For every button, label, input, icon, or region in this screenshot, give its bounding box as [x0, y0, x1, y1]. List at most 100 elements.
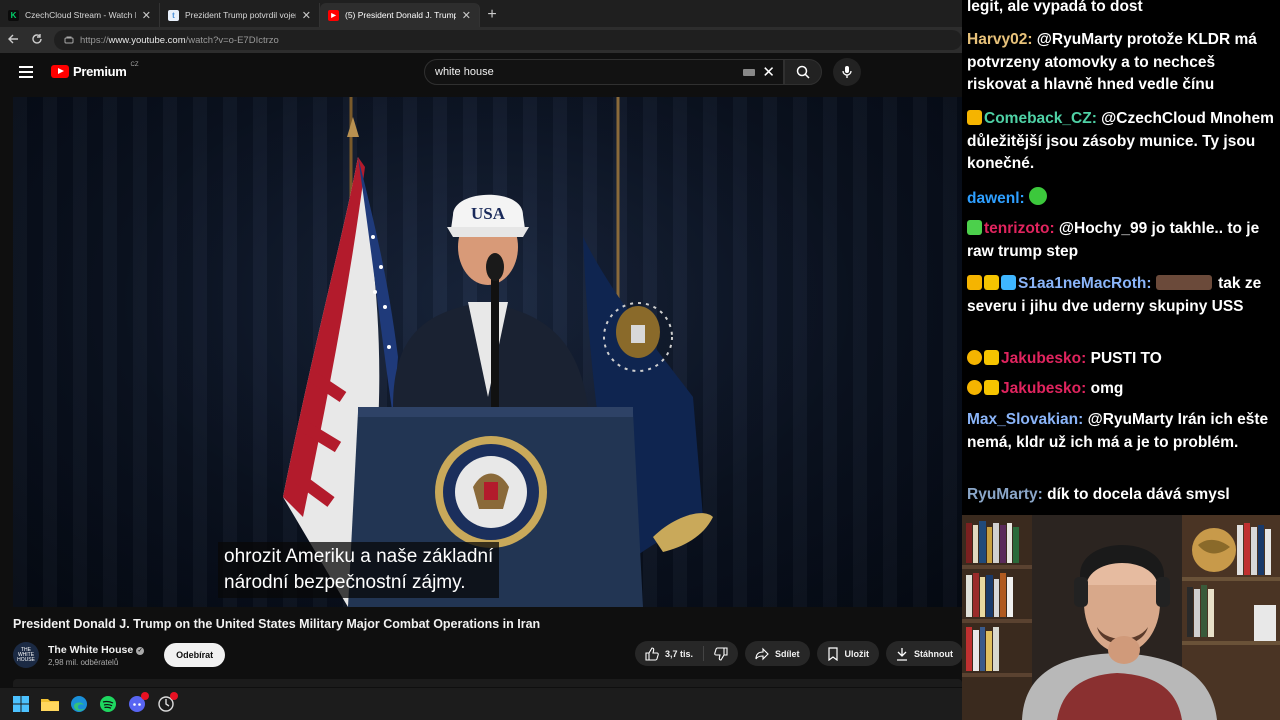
dislike-button[interactable] [704, 641, 738, 666]
tier-one-badge-icon [967, 380, 982, 395]
chat-message: Max_Slovakian: @RyuMarty Irán ich ešte n… [967, 411, 1269, 451]
gift-badge-icon [967, 220, 982, 235]
search-icon [796, 65, 810, 79]
browser-tab-article[interactable]: t Prezident Trump potvrdil vojensky ✕ [160, 3, 320, 27]
alert-badge [170, 692, 178, 700]
reload-icon[interactable] [30, 33, 44, 48]
save-label: Uložit [844, 648, 870, 659]
tab-title: CzechCloud Stream - Watch Live o [25, 10, 136, 20]
keyboard-icon[interactable] [743, 69, 755, 76]
subscribe-button[interactable]: Odebírat [164, 643, 226, 667]
chat-message: Jakubesko: omg [967, 378, 1275, 401]
bits-badge-icon [984, 380, 999, 395]
chat-username: Comeback_CZ [984, 110, 1092, 127]
save-button[interactable]: Uložit [816, 641, 880, 666]
browser-tab-youtube[interactable]: ▶ (5) President Donald J. Trump on th ✕ [320, 3, 480, 27]
chat-username: Max_Slovakian [967, 411, 1079, 428]
country-code: CZ [130, 61, 139, 68]
share-label: Sdílet [775, 648, 800, 659]
share-button[interactable]: Sdílet [745, 641, 810, 666]
thumbs-up-icon [645, 646, 659, 661]
back-arrow-icon[interactable] [6, 33, 20, 48]
microphone-icon [842, 66, 852, 78]
file-explorer-icon[interactable] [41, 695, 59, 713]
chat-message: Harvy02: @RyuMarty protože KLDR má potvr… [967, 31, 1257, 93]
bits-badge-icon [984, 275, 999, 290]
discord-icon[interactable] [128, 692, 149, 713]
browser-tab-czechcloud[interactable]: K CzechCloud Stream - Watch Live o ✕ [0, 3, 160, 27]
browser-tab-bar: K CzechCloud Stream - Watch Live o ✕ t P… [0, 0, 962, 27]
search-button[interactable] [784, 59, 822, 85]
bookmark-icon [827, 646, 838, 661]
menu-icon[interactable] [19, 66, 33, 78]
chat-username: Jakubesko [1001, 350, 1082, 367]
logo-text: Premium [73, 64, 127, 79]
video-player[interactable]: USA ohrozit Ameriku a naše základní náro… [13, 97, 962, 607]
close-tab-icon[interactable]: ✕ [142, 9, 151, 22]
download-label: Stáhnout [914, 648, 954, 659]
download-button[interactable]: Stáhnout [886, 641, 964, 666]
chat-text: legit, ale vypadá to dost [967, 0, 1143, 15]
chat-username: tenrizoto [984, 220, 1050, 237]
thumbs-down-icon [714, 646, 728, 661]
gem-badge-icon [1001, 275, 1016, 290]
channel-subscribers: 2,98 mil. odběratelů [48, 657, 119, 667]
app-tray-icon[interactable] [157, 692, 178, 713]
chat-username: S1aa1neMacRoth [1018, 275, 1147, 292]
streamer-webcam [962, 515, 1280, 720]
subtitle-line-2: národní bezpečnostní zájmy. [224, 572, 466, 593]
video-frame-scene: USA [283, 97, 713, 607]
speaker-figure: USA [393, 194, 588, 427]
chat-message: tenrizoto: @Hochy_99 jo takhle.. to je r… [967, 220, 1260, 260]
tab-title: (5) President Donald J. Trump on th [345, 10, 456, 20]
face-emote-icon [1155, 275, 1212, 290]
spotify-icon[interactable] [99, 695, 117, 713]
like-dislike-group: 3,7 tis. [635, 641, 739, 666]
channel-avatar[interactable]: THE WHITE HOUSE [13, 642, 39, 668]
url-text: https://www.youtube.com/watch?v=o-E7DIct… [80, 34, 279, 46]
channel-row: THE WHITE HOUSE The White House ✓ 2,98 mi… [13, 640, 226, 670]
chat-message: dawenl: [967, 187, 1275, 211]
chat-message: Comeback_CZ: @CzechCloud Mnohem důležitě… [967, 110, 1274, 172]
subtitle-line-1: ohrozit Ameriku a naše základní [224, 546, 494, 567]
clear-search-icon[interactable]: ✕ [762, 63, 775, 81]
chat-message: S1aa1neMacRoth: tak ze severu i jihu dve… [967, 275, 1262, 315]
webcam-scene [962, 515, 1280, 720]
search-input[interactable]: white house ✕ [424, 59, 784, 85]
chat-message: legit, ale vypadá to dost [967, 0, 1275, 19]
verified-icon: ✓ [136, 646, 145, 655]
channel-info: The White House ✓ 2,98 mil. odběratelů [48, 644, 145, 667]
share-icon [755, 647, 769, 660]
url-field[interactable]: https://www.youtube.com/watch?v=o-E7DIct… [54, 30, 962, 50]
youtube-favicon-icon: ▶ [328, 9, 339, 21]
description-box-edge [13, 679, 962, 687]
notification-badge [141, 692, 149, 700]
youtube-play-icon [51, 65, 69, 78]
video-title: President Donald J. Trump on the United … [13, 617, 541, 631]
voice-search-button[interactable] [833, 58, 861, 86]
like-count: 3,7 tis. [665, 648, 694, 659]
halo-emote-icon [1029, 187, 1048, 205]
edge-browser-icon[interactable] [70, 695, 88, 713]
bits-badge-icon [984, 350, 999, 365]
crown-badge-icon [967, 275, 982, 290]
like-button[interactable]: 3,7 tis. [635, 641, 703, 666]
new-tab-icon[interactable]: + [480, 3, 504, 27]
close-tab-icon[interactable]: ✕ [462, 9, 471, 22]
channel-name[interactable]: The White House [48, 644, 133, 656]
chat-username: Harvy02 [967, 31, 1028, 48]
site-info-icon[interactable] [64, 35, 74, 45]
channel-name-wrap[interactable]: The White House ✓ [48, 644, 145, 656]
chat-username: dawenl [967, 190, 1020, 207]
download-icon [897, 647, 908, 661]
windows-start-icon[interactable] [12, 695, 30, 713]
chat-text: PUSTI TO [1090, 350, 1162, 367]
crown-badge-icon [967, 110, 982, 125]
tab-title: Prezident Trump potvrdil vojensky [185, 10, 296, 20]
close-tab-icon[interactable]: ✕ [302, 9, 311, 22]
search-query: white house [435, 66, 494, 78]
youtube-logo[interactable]: Premium CZ [51, 61, 139, 79]
video-subtitles: ohrozit Ameriku a naše základní národní … [218, 542, 500, 598]
youtube-header: Premium CZ white house ✕ [0, 53, 962, 97]
chat-text: dík to docela dává smysl [1047, 486, 1230, 503]
